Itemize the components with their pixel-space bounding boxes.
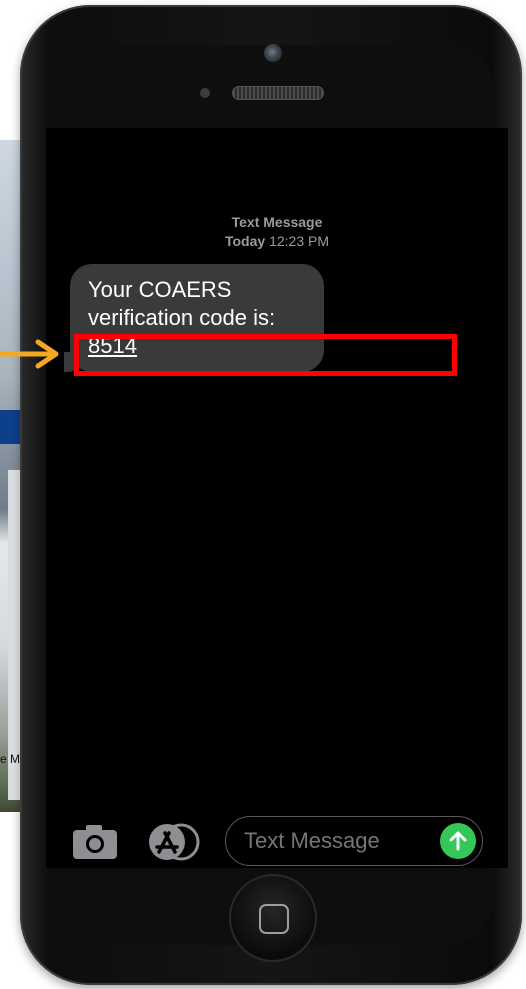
highlight-box bbox=[74, 334, 457, 376]
thread-header-timestamp: Today 12:23 PM bbox=[46, 233, 508, 249]
proximity-sensor bbox=[200, 88, 210, 98]
camera-icon[interactable] bbox=[72, 824, 118, 860]
messages-screen: Text Message Today 12:23 PM Your COAERS … bbox=[46, 128, 508, 868]
background-caption: e M bbox=[0, 752, 21, 766]
timestamp-time: 12:23 PM bbox=[269, 233, 330, 249]
thread-header-title: Text Message bbox=[231, 214, 323, 230]
front-camera bbox=[264, 44, 282, 62]
pointer-arrow-icon bbox=[0, 339, 59, 369]
timestamp-day: Today bbox=[224, 233, 266, 249]
send-button[interactable] bbox=[440, 823, 476, 859]
app-store-icon[interactable] bbox=[148, 823, 200, 861]
message-line-1: Your COAERS bbox=[88, 277, 232, 302]
home-icon bbox=[259, 904, 289, 934]
message-line-2: verification code is: bbox=[88, 305, 276, 330]
send-arrow-icon bbox=[449, 831, 467, 851]
earpiece-speaker bbox=[232, 86, 324, 100]
home-button[interactable] bbox=[229, 874, 317, 962]
